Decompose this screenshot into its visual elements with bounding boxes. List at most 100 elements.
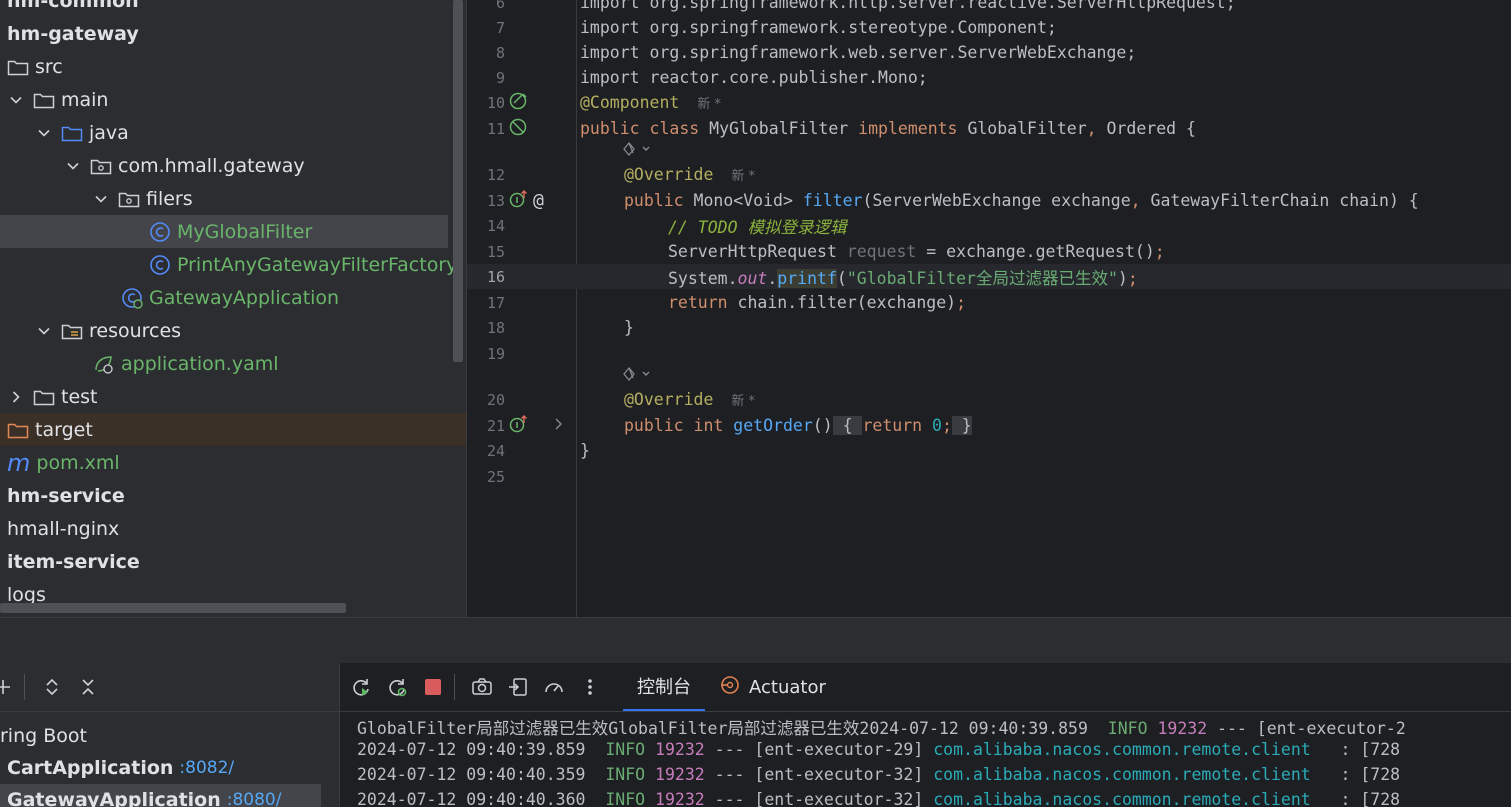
log-pid: 19232 [655,740,705,759]
folder-icon [33,388,55,406]
tree-item-printanygatewayfilterfactory[interactable]: PrintAnyGatewayFilterFactory [0,248,460,281]
implements-method-icon[interactable] [509,189,529,213]
code-line[interactable]: 12 @Override 新 * [467,162,1511,187]
tree-item-label: hmall-nginx [7,517,120,540]
console-line: 2024-07-12 09:40:40.359 INFO 19232 --- [… [357,765,1400,784]
tree-item-test[interactable]: test [0,380,460,413]
rerun-icon[interactable] [346,672,376,702]
code-line[interactable]: 25 [467,464,1511,489]
tree-item-hm-gateway[interactable]: hm-gateway [0,17,460,50]
camera-icon[interactable] [467,672,497,702]
code-line[interactable]: 24 } [467,438,1511,463]
console-prefix: 2024-07-12 09:40:40.360 [357,790,606,807]
tree-horizontal-scrollbar[interactable] [0,603,346,613]
tree-item-hm-common[interactable]: hm-common [0,0,460,17]
chevron-down-icon[interactable] [37,324,51,338]
code-line[interactable]: 17 return chain.filter(exchange); [467,290,1511,315]
code-text: } [580,441,590,460]
tree-item-hmall-nginx[interactable]: hmall-nginx [0,512,460,545]
folder-icon [33,91,55,109]
tree-item-label: item-service [7,550,140,573]
service-item-cartapplication[interactable]: CartApplication :8082/ [0,752,339,784]
code-line[interactable]: 20 @Override 新 * [467,387,1511,412]
add-icon[interactable] [0,672,18,702]
class-icon [149,254,171,276]
tree-item-main[interactable]: main [0,83,460,116]
code-line-current[interactable]: 16 System.out.printf("GlobalFilter全局过滤器已… [467,264,1511,289]
stop-icon[interactable] [418,672,448,702]
tree-item-src[interactable]: src [0,50,460,83]
code-line[interactable]: 7 import org.springframework.stereotype.… [467,15,1511,40]
code-text: public class MyGlobalFilter implements G… [580,119,1196,138]
tree-vertical-scrollbar[interactable] [453,0,463,362]
service-item-gatewayapplication[interactable]: GatewayApplication :8080/ [0,784,321,807]
fold-chevron-right-icon[interactable] [553,416,565,435]
code-text: public int getOrder() { return 0; } [624,416,972,435]
code-line[interactable]: 14 // TODO 模拟登录逻辑 [467,213,1511,238]
line-number: 21 [486,416,505,435]
panel-splitter[interactable] [0,617,1511,663]
service-group-spring-boot[interactable]: ring Boot [0,720,339,752]
folder-icon [7,58,29,76]
tree-item-label: target [35,418,93,441]
chevron-down-icon[interactable] [66,159,80,173]
code-line[interactable]: 8 import org.springframework.web.server.… [467,40,1511,65]
chevron-down-icon[interactable] [37,126,51,140]
tree-item-application-yaml[interactable]: application.yaml [0,347,460,380]
code-line[interactable]: 10 @Component 新 * [467,90,1511,115]
tree-item-hm-service[interactable]: hm-service [0,479,460,512]
code-line[interactable]: 21 public int getOrder() { return 0; } [467,413,1511,438]
tree-item-myglobalfilter[interactable]: MyGlobalFilter [0,215,448,248]
code-line[interactable]: 6 import org.springframework.http.server… [467,0,1511,15]
chevron-down-icon[interactable] [9,93,23,107]
code-line[interactable]: 9 import reactor.core.publisher.Mono; [467,65,1511,90]
spring-bean-icon[interactable] [509,117,529,141]
collapse-all-icon[interactable] [73,672,103,702]
expand-all-icon[interactable] [37,672,67,702]
tree-item-label: PrintAnyGatewayFilterFactory [177,253,458,276]
chevron-right-icon[interactable] [9,390,23,404]
tree-item-gatewayapplication[interactable]: GatewayApplication [0,281,460,314]
code-editor[interactable]: 6 import org.springframework.http.server… [466,0,1511,617]
services-panel: ring Boot CartApplication :8082/ Gateway… [0,663,340,807]
console-panel: 控制台 Actuator GlobalFilter局部过滤器已生效GlobalF… [340,663,1511,807]
implements-method-icon[interactable] [509,414,529,438]
more-options-icon[interactable] [575,672,605,702]
code-line[interactable]: 15 ServerHttpRequest request = exchange.… [467,239,1511,264]
profiler-gauge-icon[interactable] [539,672,569,702]
tree-item-target[interactable]: target [0,413,466,446]
ai-assistant-icon [621,139,653,163]
log-logger: com.alibaba.nacos.common.remote.client [933,740,1311,759]
code-text: System.out.printf("GlobalFilter全局过滤器已生效"… [668,268,1138,288]
service-port-link[interactable]: :8082/ [179,758,234,778]
ai-inlay-hint[interactable] [621,140,653,162]
tree-item-item-service[interactable]: item-service [0,545,460,578]
restore-layout-icon[interactable] [503,672,533,702]
tab-console[interactable]: 控制台 [623,663,705,711]
ai-inlay-hint[interactable] [621,365,653,387]
tree-item-package[interactable]: com.hmall.gateway [0,149,460,182]
import-statement: import reactor.core.publisher.Mono; [580,68,928,87]
tree-item-java[interactable]: java [0,116,460,149]
code-text: @Override 新 * [624,165,756,184]
tree-item-resources[interactable]: resources [0,314,460,347]
gutter-icons [509,91,529,115]
spring-bean-icon[interactable] [509,91,529,115]
code-line[interactable]: 19 [467,341,1511,366]
code-line[interactable]: 18 } [467,315,1511,340]
tab-actuator[interactable]: Actuator [705,663,840,711]
service-port-link[interactable]: :8080/ [227,790,282,807]
tree-item-filers[interactable]: filers [0,182,460,215]
source-folder-icon [61,124,83,142]
chevron-down-icon[interactable] [94,192,108,206]
log-thread: --- [ent-executor-29] [704,740,934,759]
at-request-icon[interactable]: @ [533,190,544,211]
rerun-debug-icon[interactable] [382,672,412,702]
log-level: INFO [605,790,646,807]
tree-item-pom-xml[interactable]: m pom.xml [0,446,460,479]
gutter-icons: @ [509,189,544,213]
code-line[interactable]: 11 public class MyGlobalFilter implement… [467,116,1511,141]
line-number: 10 [486,93,505,112]
code-text: ServerHttpRequest request = exchange.get… [668,242,1165,261]
code-line[interactable]: 13 @ public Mono<Void> filter(ServerWebE… [467,188,1511,213]
